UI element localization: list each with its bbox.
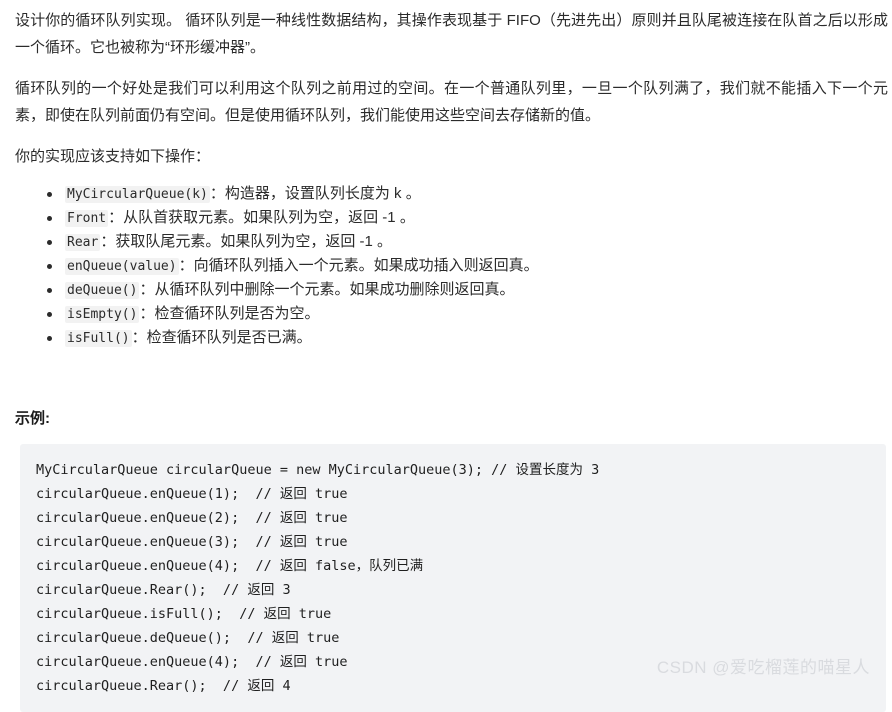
paragraph-benefit: 循环队列的一个好处是我们可以利用这个队列之前用过的空间。在一个普通队列里，一旦一… (15, 80, 888, 124)
code-line: circularQueue.enQueue(1); // 返回 true (36, 486, 348, 502)
inline-code: isFull() (65, 330, 132, 347)
list-item: Front ：从队首获取元素。如果队列为空，返回 -1 。 (0, 206, 892, 230)
code-block: MyCircularQueue circularQueue = new MyCi… (20, 444, 886, 712)
code-line: circularQueue.Rear(); // 返回 3 (36, 582, 291, 598)
inline-code: deQueue() (65, 282, 140, 299)
inline-code: Front (65, 210, 109, 227)
inline-code: Rear (65, 234, 101, 251)
list-item: deQueue() ：从循环队列中删除一个元素。如果成功删除则返回真。 (0, 278, 892, 302)
list-item-description: ：从循环队列中删除一个元素。如果成功删除则返回真。 (139, 281, 515, 298)
code-line: circularQueue.enQueue(4); // 返回 false，队列… (36, 558, 424, 574)
code-line: circularQueue.enQueue(4); // 返回 true (36, 654, 348, 670)
list-item-description: ：构造器，设置队列长度为 k 。 (209, 185, 421, 202)
list-item: isFull() ：检查循环队列是否已满。 (0, 326, 892, 350)
code-line: circularQueue.deQueue(); // 返回 true (36, 630, 340, 646)
list-item: enQueue(value) ：向循环队列插入一个元素。如果成功插入则返回真。 (0, 254, 892, 278)
list-item-description: ：检查循环队列是否为空。 (139, 305, 320, 322)
inline-code: isEmpty() (65, 306, 140, 323)
inline-code: enQueue(value) (65, 258, 179, 275)
paragraph-intro: 设计你的循环队列实现。 循环队列是一种线性数据结构，其操作表现基于 FIFO（先… (15, 12, 888, 56)
list-item: isEmpty() ：检查循环队列是否为空。 (0, 302, 892, 326)
code-line: MyCircularQueue circularQueue = new MyCi… (36, 462, 600, 478)
list-item-description: ：向循环队列插入一个元素。如果成功插入则返回真。 (178, 257, 539, 274)
code-line: circularQueue.enQueue(2); // 返回 true (36, 510, 348, 526)
inline-code: MyCircularQueue(k) (65, 186, 210, 203)
list-item: Rear ：获取队尾元素。如果队列为空，返回 -1 。 (0, 230, 892, 254)
article-page: 设计你的循环队列实现。 循环队列是一种线性数据结构，其操作表现基于 FIFO（先… (0, 0, 892, 712)
code-line: circularQueue.Rear(); // 返回 4 (36, 678, 291, 694)
code-line: circularQueue.enQueue(3); // 返回 true (36, 534, 348, 550)
list-item-description: ：获取队尾元素。如果队列为空，返回 -1 。 (100, 233, 392, 250)
example-heading: 示例: (15, 410, 50, 427)
code-line: circularQueue.isFull(); // 返回 true (36, 606, 332, 622)
list-item: MyCircularQueue(k) ：构造器，设置队列长度为 k 。 (0, 182, 892, 206)
paragraph-operations-lead: 你的实现应该支持如下操作： (15, 148, 211, 165)
list-item-description: ：检查循环队列是否已满。 (131, 329, 312, 346)
operations-list: MyCircularQueue(k) ：构造器，设置队列长度为 k 。 Front… (0, 170, 892, 350)
list-item-description: ：从队首获取元素。如果队列为空，返回 -1 。 (108, 209, 415, 226)
